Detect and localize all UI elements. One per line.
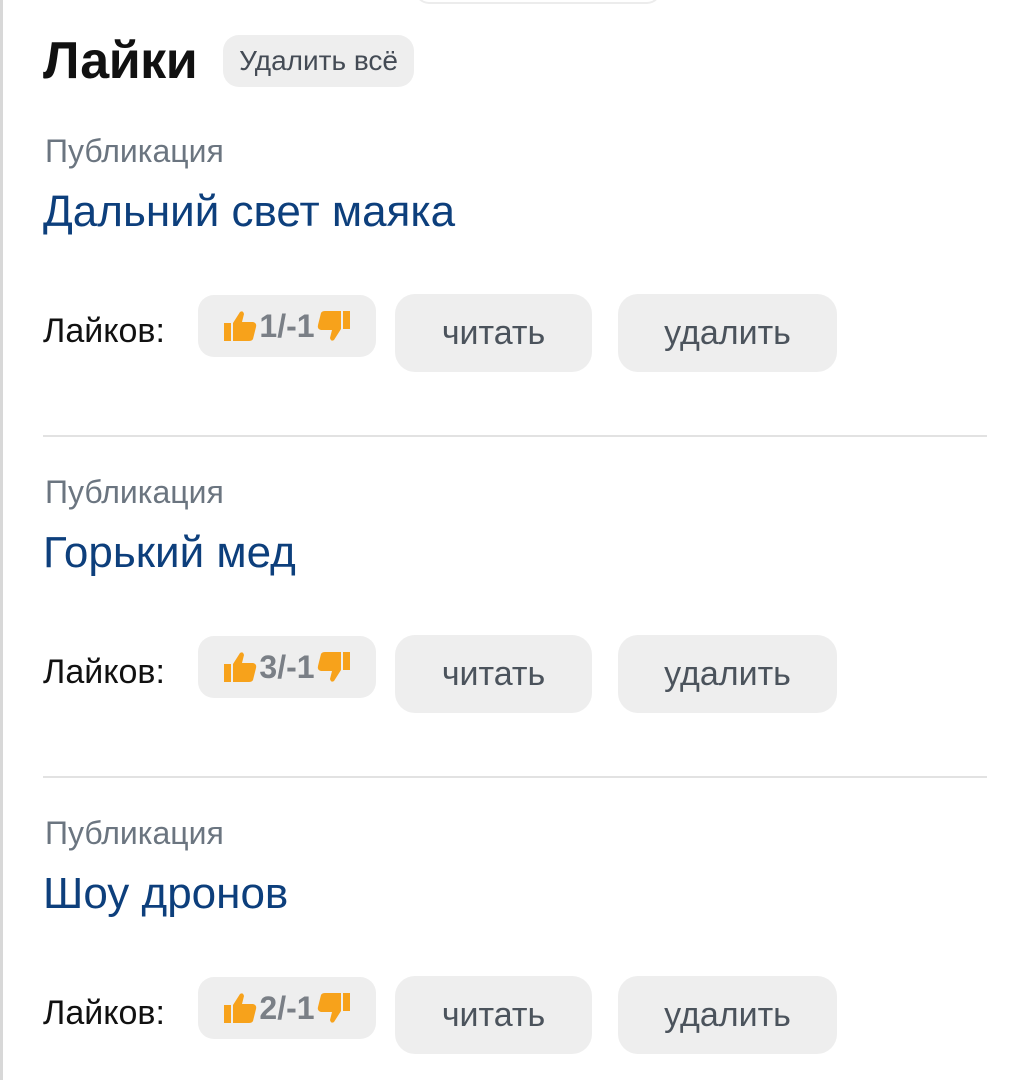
thumbs-down-icon (316, 650, 352, 684)
likes-label: Лайков: (43, 994, 165, 1032)
read-button[interactable]: читать (395, 976, 592, 1054)
item-type-label: Публикация (45, 133, 224, 169)
thumbs-up-icon (222, 991, 258, 1025)
publication-title-link[interactable]: Дальний свет маяка (43, 187, 455, 237)
thumbs-up-icon (222, 650, 258, 684)
likes-count: 3/-1 (259, 648, 315, 685)
publication-title-link[interactable]: Шоу дронов (43, 869, 288, 919)
publication-item: Публикация Горький мед Лайков: 3/-1 чита… (43, 341, 987, 778)
publication-title-link[interactable]: Горький мед (43, 528, 296, 578)
publication-item: Публикация Шоу дронов Лайков: 2/-1 читат… (43, 682, 987, 1054)
likes-count: 1/-1 (259, 307, 315, 344)
thumbs-down-icon (316, 309, 352, 343)
likes-badge: 2/-1 (198, 977, 376, 1039)
likes-page: Лайки Удалить всё Публикация Дальний све… (0, 0, 1022, 1080)
likes-count: 2/-1 (259, 989, 315, 1026)
thumbs-up-icon (222, 309, 258, 343)
item-type-label: Публикация (45, 474, 224, 510)
item-type-label: Публикация (45, 815, 224, 851)
thumbs-down-icon (316, 991, 352, 1025)
publication-item: Публикация Дальний свет маяка Лайков: 1/… (43, 0, 987, 437)
delete-button[interactable]: удалить (618, 976, 837, 1054)
